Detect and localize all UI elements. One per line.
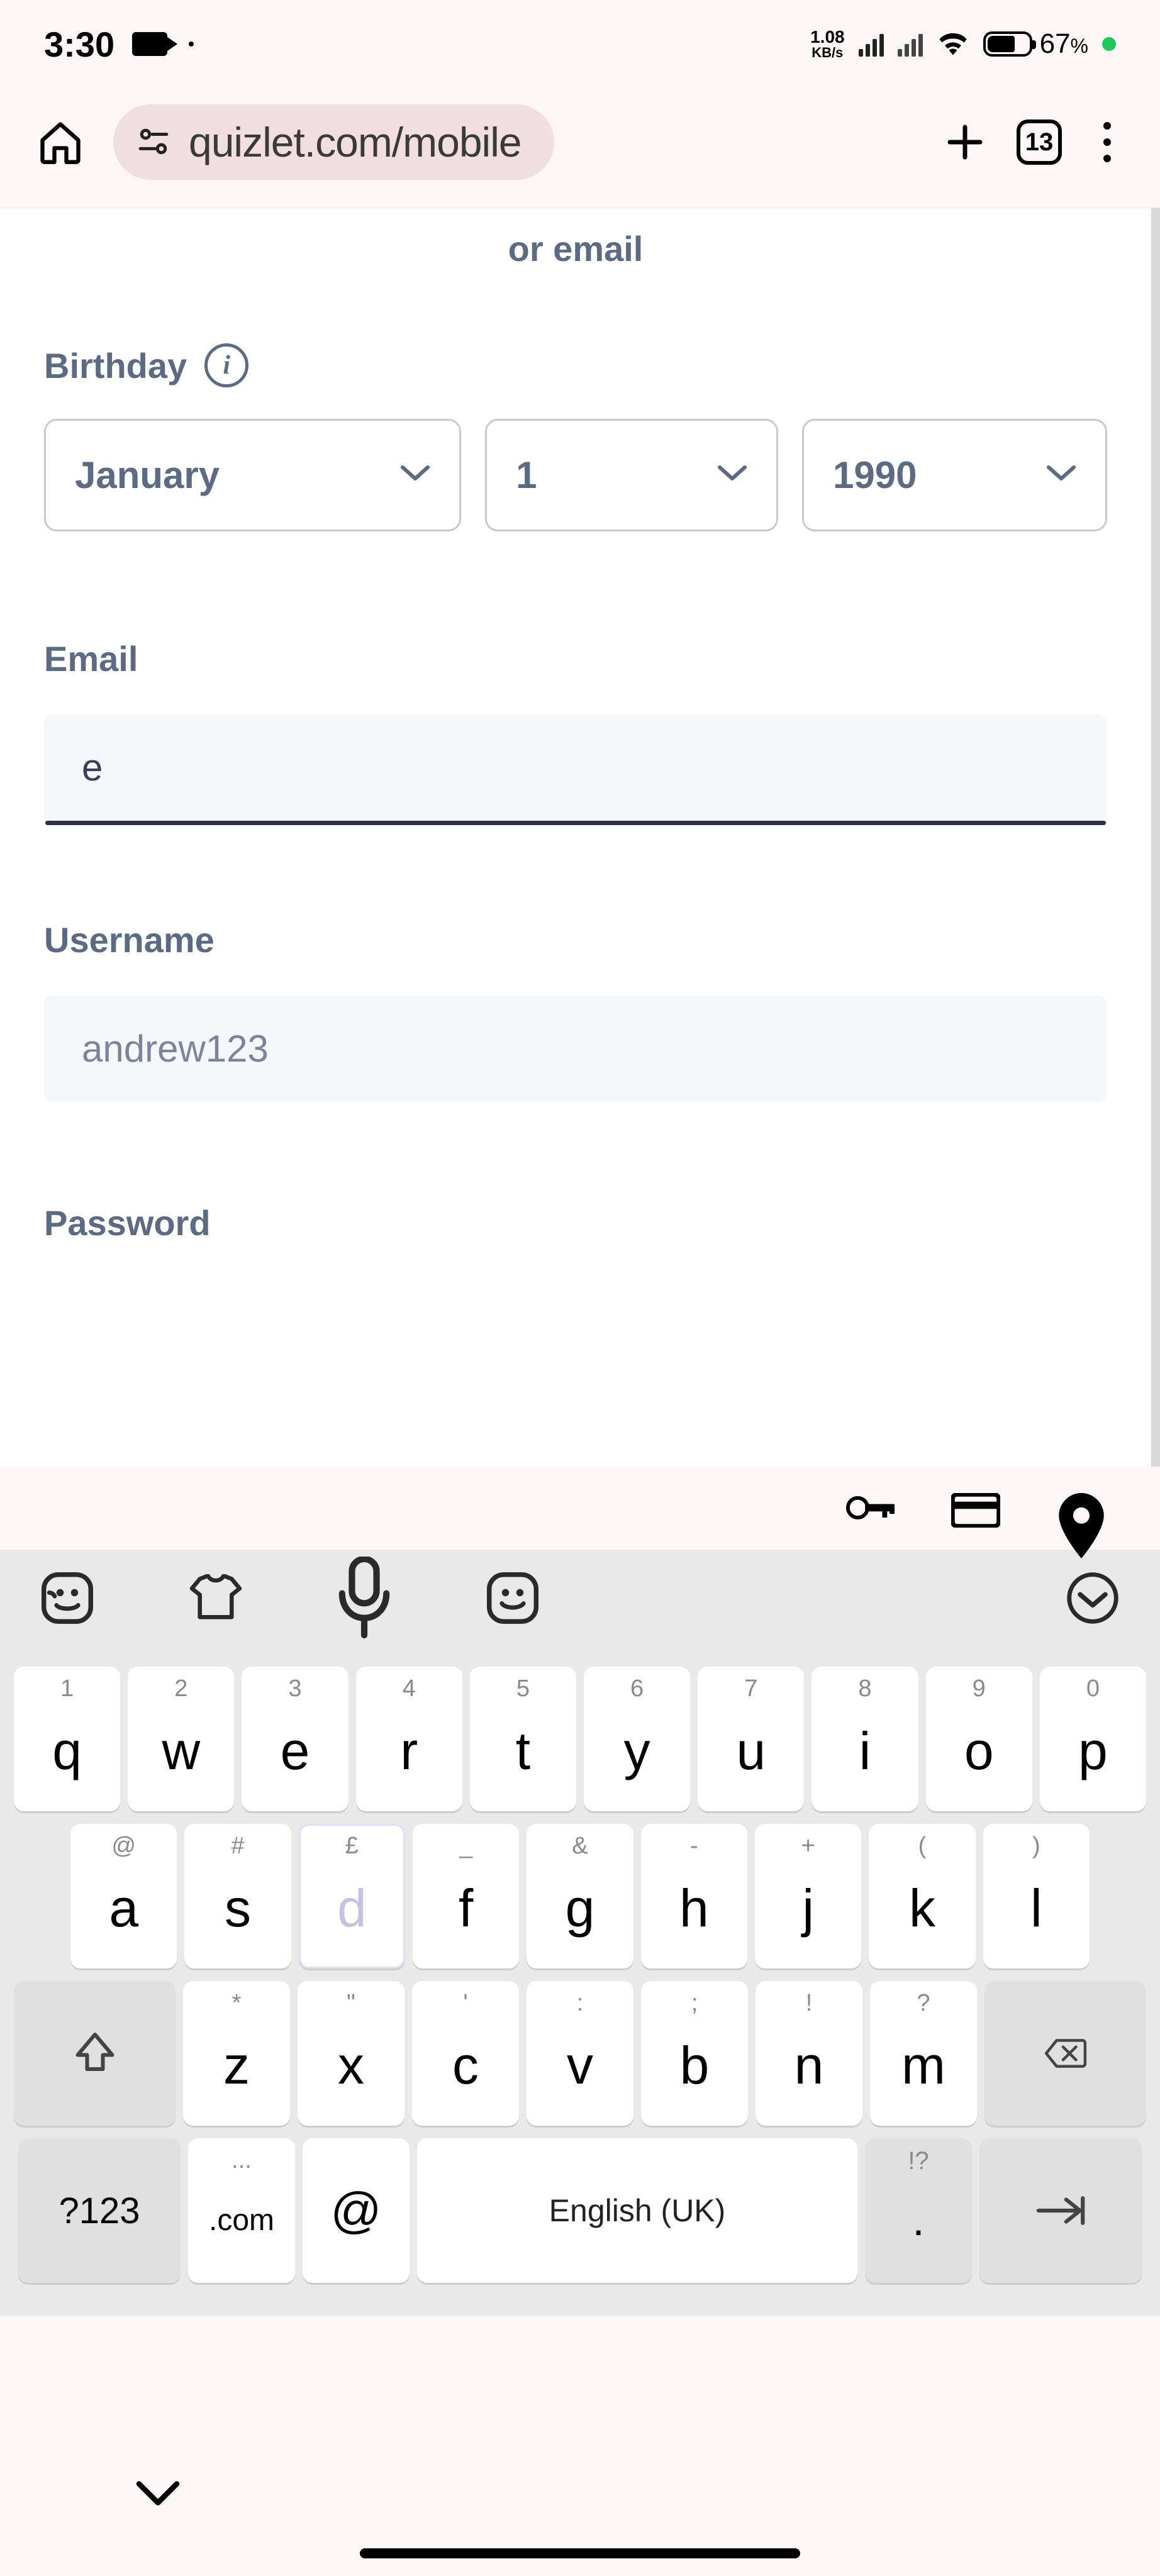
key-n[interactable]: !n [756, 1981, 862, 2126]
key-v[interactable]: :v [527, 1981, 633, 2126]
key-o[interactable]: 9o [926, 1667, 1032, 1811]
backspace-key[interactable] [984, 1981, 1146, 2126]
battery-icon [983, 31, 1032, 57]
key-k[interactable]: (k [869, 1824, 975, 1968]
payment-card-icon[interactable] [951, 1493, 1000, 1531]
key-q[interactable]: 1q [14, 1667, 120, 1811]
key-m[interactable]: ?m [870, 1981, 977, 2126]
home-indicator[interactable] [360, 2548, 800, 2558]
period-key[interactable]: !?. [865, 2138, 972, 2283]
key-y[interactable]: 6y [584, 1667, 690, 1811]
key-x[interactable]: "x [298, 1981, 404, 2126]
status-bar: 3:30 1.08 KB/s 67% [0, 0, 1160, 88]
shift-key[interactable] [14, 1981, 176, 2126]
screen-record-icon [132, 32, 167, 56]
key-l[interactable]: )l [983, 1824, 1090, 1968]
day-select[interactable]: 1 [485, 419, 778, 531]
tshirt-icon[interactable] [189, 1571, 243, 1625]
url-text: quizlet.com/mobile [189, 118, 521, 166]
space-key[interactable]: English (UK) [417, 2138, 857, 2283]
key-h[interactable]: -h [641, 1824, 747, 1968]
keyboard-suggestion-bar [0, 1550, 1160, 1640]
key-z[interactable]: *z [183, 1981, 290, 2126]
microphone-icon[interactable] [337, 1571, 391, 1625]
or-email-divider: or email [44, 208, 1107, 294]
page-content: or email Birthday i January 1 1990 Email… [0, 208, 1160, 1553]
chevron-down-icon [717, 464, 747, 487]
key-e[interactable]: 3e [242, 1667, 348, 1811]
status-dot-icon [189, 42, 194, 47]
sticker-icon[interactable] [40, 1571, 94, 1625]
password-key-icon[interactable] [845, 1493, 895, 1531]
keyboard-area: 1q2w3e4r5t6y7u8i9o0p @a#s£d_f&g-h+j(k)l … [0, 1467, 1160, 2576]
dotcom-key[interactable]: ....com [188, 2138, 295, 2283]
key-s[interactable]: #s [184, 1824, 291, 1968]
key-j[interactable]: +j [755, 1824, 861, 1968]
location-pin-icon[interactable] [1057, 1493, 1106, 1531]
username-label: Username [44, 920, 215, 960]
site-settings-icon [136, 125, 171, 160]
collapse-keyboard-icon[interactable] [1066, 1571, 1120, 1625]
key-g[interactable]: &g [527, 1824, 633, 1968]
password-label: Password [44, 1203, 211, 1243]
key-p[interactable]: 0p [1040, 1667, 1146, 1811]
signal-icon [898, 31, 923, 57]
status-time: 3:30 [44, 24, 114, 65]
network-speed: 1.08 KB/s [810, 28, 845, 60]
symbols-key[interactable]: ?123 [18, 2138, 181, 2283]
chevron-down-icon [1046, 464, 1076, 487]
keyboard: 1q2w3e4r5t6y7u8i9o0p @a#s£d_f&g-h+j(k)l … [0, 1640, 1160, 2316]
birthday-label: Birthday [44, 345, 187, 386]
new-tab-button[interactable] [942, 119, 988, 165]
signal-icon [859, 31, 884, 57]
battery-percent: 67% [1040, 28, 1088, 60]
hide-keyboard-button[interactable] [136, 2480, 180, 2512]
year-select[interactable]: 1990 [802, 419, 1107, 531]
key-w[interactable]: 2w [128, 1667, 234, 1811]
email-field[interactable]: e [44, 714, 1107, 821]
info-icon[interactable]: i [204, 343, 248, 387]
key-r[interactable]: 4r [356, 1667, 462, 1811]
key-d[interactable]: £d [299, 1824, 405, 1968]
accessory-bar [0, 1467, 1160, 1550]
emoji-icon[interactable] [486, 1571, 540, 1625]
key-a[interactable]: @a [70, 1824, 177, 1968]
chevron-down-icon [400, 464, 430, 487]
tabs-button[interactable]: 13 [1017, 119, 1062, 165]
key-c[interactable]: 'c [412, 1981, 519, 2126]
key-b[interactable]: ;b [641, 1981, 748, 2126]
wifi-icon [937, 30, 969, 58]
key-u[interactable]: 7u [698, 1667, 804, 1811]
username-field[interactable]: andrew123 [44, 996, 1107, 1102]
email-label: Email [44, 639, 138, 679]
at-key[interactable]: @ [303, 2138, 410, 2283]
more-menu-button[interactable] [1091, 122, 1124, 162]
address-bar[interactable]: quizlet.com/mobile [113, 104, 554, 180]
key-t[interactable]: 5t [470, 1667, 576, 1811]
browser-toolbar: quizlet.com/mobile 13 [0, 88, 1160, 208]
key-f[interactable]: _f [413, 1824, 519, 1968]
camera-active-dot-icon [1102, 37, 1116, 51]
month-select[interactable]: January [44, 419, 461, 531]
key-i[interactable]: 8i [811, 1667, 918, 1811]
next-key[interactable] [979, 2138, 1142, 2283]
home-button[interactable] [36, 118, 84, 166]
nav-bar [0, 2459, 1160, 2576]
